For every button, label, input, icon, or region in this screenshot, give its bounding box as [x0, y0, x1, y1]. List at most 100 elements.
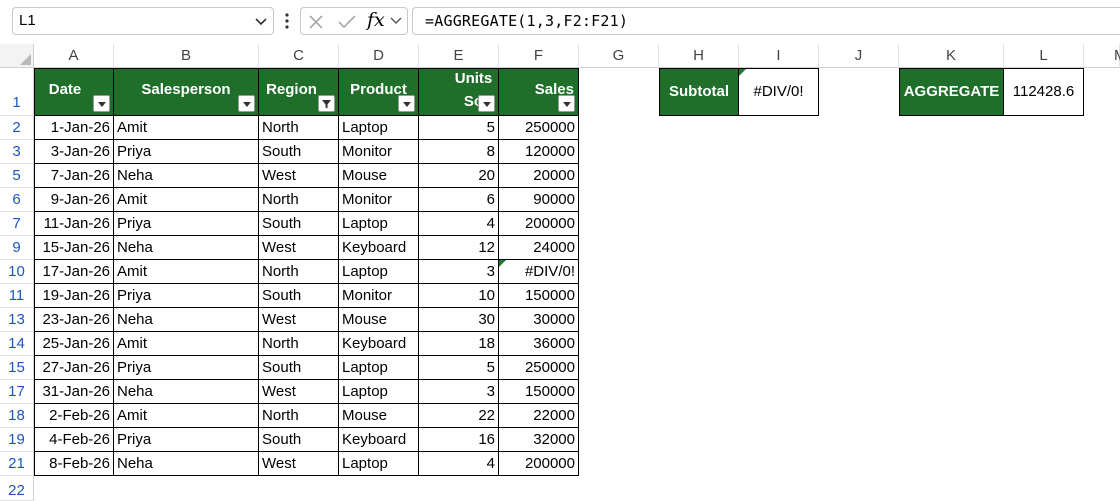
column-header-m[interactable]: M	[1084, 44, 1120, 68]
sales-cell[interactable]: 36000	[499, 332, 579, 356]
column-header-j[interactable]: J	[819, 44, 899, 68]
region-cell[interactable]: North	[259, 404, 339, 428]
sales-cell[interactable]: 120000	[499, 140, 579, 164]
region-cell[interactable]: West	[259, 236, 339, 260]
region-cell[interactable]: North	[259, 116, 339, 140]
salesperson-cell[interactable]: Neha	[114, 380, 259, 404]
column-header-c[interactable]: C	[259, 44, 339, 68]
product-cell[interactable]: Monitor	[339, 140, 419, 164]
row-header[interactable]: 21	[0, 452, 34, 476]
product-cell[interactable]: Laptop	[339, 356, 419, 380]
fx-icon[interactable]: fx	[367, 9, 385, 31]
row-header[interactable]: 9	[0, 236, 34, 260]
product-cell[interactable]: Monitor	[339, 188, 419, 212]
sales-cell[interactable]: 20000	[499, 164, 579, 188]
units-cell[interactable]: 20	[419, 164, 499, 188]
units-cell[interactable]: 3	[419, 380, 499, 404]
row-header[interactable]: 5	[0, 164, 34, 188]
date-cell[interactable]: 23-Jan-26	[34, 308, 114, 332]
date-cell[interactable]: 11-Jan-26	[34, 212, 114, 236]
row-header[interactable]: 17	[0, 380, 34, 404]
salesperson-cell[interactable]: Priya	[114, 212, 259, 236]
column-header-e[interactable]: E	[419, 44, 499, 68]
salesperson-cell[interactable]: Neha	[114, 308, 259, 332]
units-cell[interactable]: 5	[419, 116, 499, 140]
region-cell[interactable]: South	[259, 284, 339, 308]
date-cell[interactable]: 17-Jan-26	[34, 260, 114, 284]
chevron-down-icon[interactable]	[389, 15, 403, 27]
filter-dropdown-button[interactable]	[558, 95, 575, 112]
sales-cell[interactable]: 32000	[499, 428, 579, 452]
name-box[interactable]: L1	[12, 7, 274, 35]
row-header[interactable]: 15	[0, 356, 34, 380]
row-header[interactable]: 19	[0, 428, 34, 452]
units-cell[interactable]: 22	[419, 404, 499, 428]
salesperson-cell[interactable]: Amit	[114, 404, 259, 428]
product-cell[interactable]: Keyboard	[339, 332, 419, 356]
units-cell[interactable]: 4	[419, 452, 499, 476]
sales-cell[interactable]: 22000	[499, 404, 579, 428]
sales-cell[interactable]: 30000	[499, 308, 579, 332]
column-header-b[interactable]: B	[114, 44, 259, 68]
row-header[interactable]: 6	[0, 188, 34, 212]
salesperson-cell[interactable]: Amit	[114, 260, 259, 284]
salesperson-cell[interactable]: Priya	[114, 428, 259, 452]
region-cell[interactable]: South	[259, 212, 339, 236]
units-cell[interactable]: 6	[419, 188, 499, 212]
date-cell[interactable]: 8-Feb-26	[34, 452, 114, 476]
sales-cell[interactable]: 150000	[499, 380, 579, 404]
date-cell[interactable]: 4-Feb-26	[34, 428, 114, 452]
filter-dropdown-button[interactable]	[398, 95, 415, 112]
region-cell[interactable]: South	[259, 356, 339, 380]
units-cell[interactable]: 4	[419, 212, 499, 236]
product-cell[interactable]: Laptop	[339, 212, 419, 236]
date-cell[interactable]: 25-Jan-26	[34, 332, 114, 356]
date-cell[interactable]: 15-Jan-26	[34, 236, 114, 260]
product-cell[interactable]: Laptop	[339, 116, 419, 140]
units-cell[interactable]: 5	[419, 356, 499, 380]
salesperson-cell[interactable]: Amit	[114, 116, 259, 140]
filter-dropdown-button[interactable]	[238, 95, 255, 112]
sales-cell[interactable]: 200000	[499, 212, 579, 236]
product-cell[interactable]: Laptop	[339, 380, 419, 404]
more-options-icon[interactable]	[283, 10, 291, 32]
region-cell[interactable]: West	[259, 380, 339, 404]
product-cell[interactable]: Mouse	[339, 164, 419, 188]
units-cell[interactable]: 16	[419, 428, 499, 452]
select-all-corner[interactable]	[0, 44, 34, 68]
row-header[interactable]: 13	[0, 308, 34, 332]
date-cell[interactable]: 1-Jan-26	[34, 116, 114, 140]
subtotal-label[interactable]: Subtotal	[659, 68, 739, 116]
product-cell[interactable]: Laptop	[339, 260, 419, 284]
product-cell[interactable]: Mouse	[339, 308, 419, 332]
filter-dropdown-button[interactable]	[93, 95, 110, 112]
check-icon[interactable]	[337, 13, 357, 31]
salesperson-cell[interactable]: Priya	[114, 284, 259, 308]
column-header-g[interactable]: G	[579, 44, 659, 68]
chevron-down-icon[interactable]	[253, 13, 269, 29]
salesperson-cell[interactable]: Neha	[114, 164, 259, 188]
row-header-1[interactable]: 1	[0, 68, 34, 116]
column-header-k[interactable]: K	[899, 44, 1004, 68]
product-cell[interactable]: Mouse	[339, 404, 419, 428]
aggregate-label[interactable]: AGGREGATE	[899, 68, 1004, 116]
sales-cell[interactable]: 150000	[499, 284, 579, 308]
salesperson-cell[interactable]: Priya	[114, 356, 259, 380]
units-cell[interactable]: 8	[419, 140, 499, 164]
sales-cell[interactable]: 250000	[499, 116, 579, 140]
date-cell[interactable]: 7-Jan-26	[34, 164, 114, 188]
units-cell[interactable]: 18	[419, 332, 499, 356]
region-cell[interactable]: North	[259, 260, 339, 284]
sales-cell[interactable]: 250000	[499, 356, 579, 380]
column-header-f[interactable]: F	[499, 44, 579, 68]
filter-active-button[interactable]	[318, 95, 335, 112]
product-cell[interactable]: Keyboard	[339, 428, 419, 452]
sales-cell[interactable]: 90000	[499, 188, 579, 212]
region-cell[interactable]: West	[259, 452, 339, 476]
units-cell[interactable]: 10	[419, 284, 499, 308]
region-cell[interactable]: West	[259, 308, 339, 332]
subtotal-value[interactable]: #DIV/0!	[739, 68, 819, 116]
column-header-l[interactable]: L	[1004, 44, 1084, 68]
units-cell[interactable]: 30	[419, 308, 499, 332]
product-cell[interactable]: Monitor	[339, 284, 419, 308]
